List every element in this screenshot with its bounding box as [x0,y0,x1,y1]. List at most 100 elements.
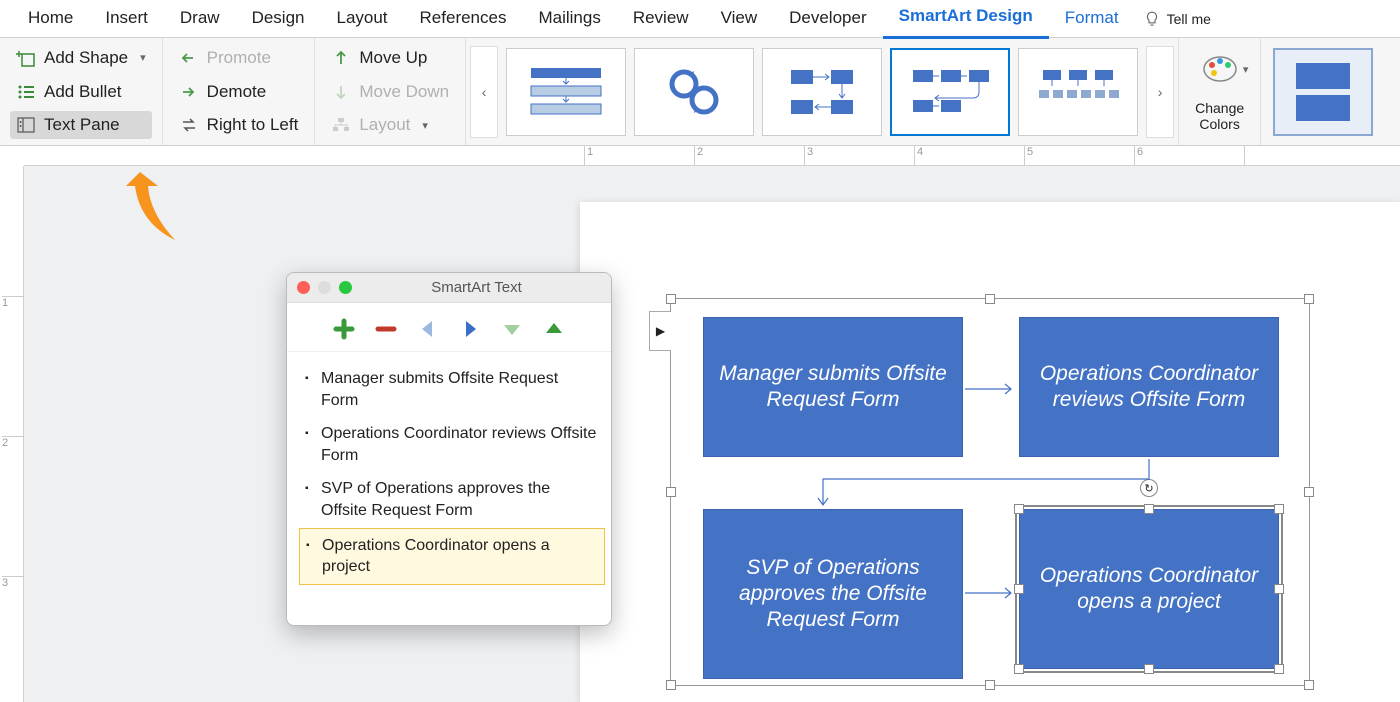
promote-icon [179,48,199,68]
group-hierarchy: Promote Demote Right to Left [163,38,316,145]
tell-me-search[interactable]: Tell me [1143,10,1211,28]
bulb-icon [1143,10,1161,28]
smartart-styles-gallery [1261,38,1385,145]
demote-right-icon[interactable] [458,317,482,341]
tab-home[interactable]: Home [12,0,89,38]
window-titlebar[interactable]: SmartArt Text [287,273,611,303]
tab-references[interactable]: References [404,0,523,38]
right-to-left-button[interactable]: Right to Left [173,111,305,139]
move-up-icon[interactable] [542,317,566,341]
move-down-icon[interactable] [500,317,524,341]
palette-icon [1200,51,1240,83]
gallery-next-button[interactable]: › [1146,46,1174,138]
ruler-tick: 3 [804,146,813,165]
bullet-icon: ▪ [305,372,315,411]
tab-format[interactable]: Format [1049,0,1135,38]
demote-button[interactable]: Demote [173,78,305,106]
gallery-prev-button[interactable]: ‹ [470,46,498,138]
promote-left-icon[interactable] [416,317,440,341]
promote-button[interactable]: Promote [173,44,305,72]
chevron-down-icon: ▾ [422,119,428,132]
window-title: SmartArt Text [352,279,601,296]
add-bullet-icon [16,82,36,102]
add-bullet-button[interactable]: Add Bullet [10,78,152,106]
add-icon[interactable] [332,317,356,341]
layout-option-1[interactable] [506,48,626,136]
tab-layout[interactable]: Layout [320,0,403,38]
list-item[interactable]: ▪SVP of Operations approves the Offsite … [299,472,605,527]
chevron-down-icon: ▾ [1243,63,1249,76]
list-item[interactable]: ▪Operations Coordinator opens a project [299,528,605,585]
connector-arrow-icon [963,583,1019,603]
shape-handle[interactable] [1014,664,1024,674]
move-up-label: Move Up [359,48,427,68]
tab-developer[interactable]: Developer [773,0,883,38]
list-item-text: Operations Coordinator reviews Offsite F… [315,423,597,466]
ruler-tick: 6 [1134,146,1143,165]
layout-dropdown[interactable]: Layout ▾ [325,111,455,139]
ruler-tick: 3 [2,576,25,589]
style-option-1[interactable] [1273,48,1373,136]
rtl-label: Right to Left [207,115,299,135]
tab-review[interactable]: Review [617,0,705,38]
demote-label: Demote [207,82,267,102]
shape-handle[interactable] [1274,584,1284,594]
layout-option-2[interactable] [634,48,754,136]
layout-option-5[interactable] [1018,48,1138,136]
tab-mailings[interactable]: Mailings [522,0,616,38]
layout-option-4[interactable] [890,48,1010,136]
ruler-vertical[interactable]: 1 2 3 [0,166,24,702]
list-item-text: Manager submits Offsite Request Form [315,368,597,411]
add-shape-button[interactable]: Add Shape ▾ [10,44,152,72]
move-up-button[interactable]: Move Up [325,44,455,72]
smartart-shape-3[interactable]: SVP of Operations approves the Offsite R… [703,509,963,679]
add-shape-icon [16,48,36,68]
document-canvas[interactable]: ▶ Manager submits Offsite Request Form O… [24,166,1400,702]
tell-me-label: Tell me [1167,11,1211,27]
layouts-gallery: ‹ › [466,38,1179,145]
change-colors-button[interactable]: ▾ ChangeColors [1179,38,1261,145]
close-icon[interactable] [297,281,310,294]
bullet-icon: ▪ [306,539,316,578]
style-preview-box [1296,63,1350,89]
shape-handle[interactable] [1144,664,1154,674]
bullet-icon: ▪ [305,427,315,466]
add-bullet-label: Add Bullet [44,82,122,102]
smartart-shape-4[interactable]: Operations Coordinator opens a project [1019,509,1279,669]
remove-icon[interactable] [374,317,398,341]
list-item[interactable]: ▪Manager submits Offsite Request Form [299,362,605,417]
smartart-object[interactable]: ▶ Manager submits Offsite Request Form O… [670,298,1310,686]
change-colors-label: ChangeColors [1195,100,1244,132]
callout-arrow-icon [120,168,190,248]
shape-handle[interactable] [1274,504,1284,514]
tab-draw[interactable]: Draw [164,0,236,38]
connector-arrow-icon [963,379,1019,399]
list-item[interactable]: ▪Operations Coordinator reviews Offsite … [299,417,605,472]
ruler-tick [1244,146,1247,165]
tab-smartart-design[interactable]: SmartArt Design [883,0,1049,39]
tab-design[interactable]: Design [236,0,321,38]
smartart-text-window[interactable]: SmartArt Text ▪Manager submits Offsite R… [286,272,612,626]
move-down-icon [331,82,351,102]
document-page[interactable]: ▶ Manager submits Offsite Request Form O… [580,202,1400,702]
text-pane-toggle[interactable]: ▶ [649,311,671,351]
ruler-horizontal[interactable]: 1 2 3 4 5 6 [24,146,1400,166]
tab-insert[interactable]: Insert [89,0,164,38]
move-down-button[interactable]: Move Down [325,78,455,106]
traffic-lights [297,281,352,294]
minimize-icon[interactable] [318,281,331,294]
smartart-shape-2[interactable]: Operations Coordinator reviews Offsite F… [1019,317,1279,457]
ribbon-content: Add Shape ▾ Add Bullet Text Pane Promote… [0,38,1400,146]
ruler-tick: 1 [584,146,593,165]
zoom-icon[interactable] [339,281,352,294]
layout-option-3[interactable] [762,48,882,136]
smartart-shape-1[interactable]: Manager submits Offsite Request Form [703,317,963,457]
promote-label: Promote [207,48,271,68]
text-pane-list: ▪Manager submits Offsite Request Form ▪O… [287,352,611,625]
rtl-icon [179,115,199,135]
move-down-label: Move Down [359,82,449,102]
tab-view[interactable]: View [705,0,774,38]
group-create-graphic: Add Shape ▾ Add Bullet Text Pane [0,38,163,145]
text-pane-button[interactable]: Text Pane [10,111,152,139]
shape-handle[interactable] [1274,664,1284,674]
